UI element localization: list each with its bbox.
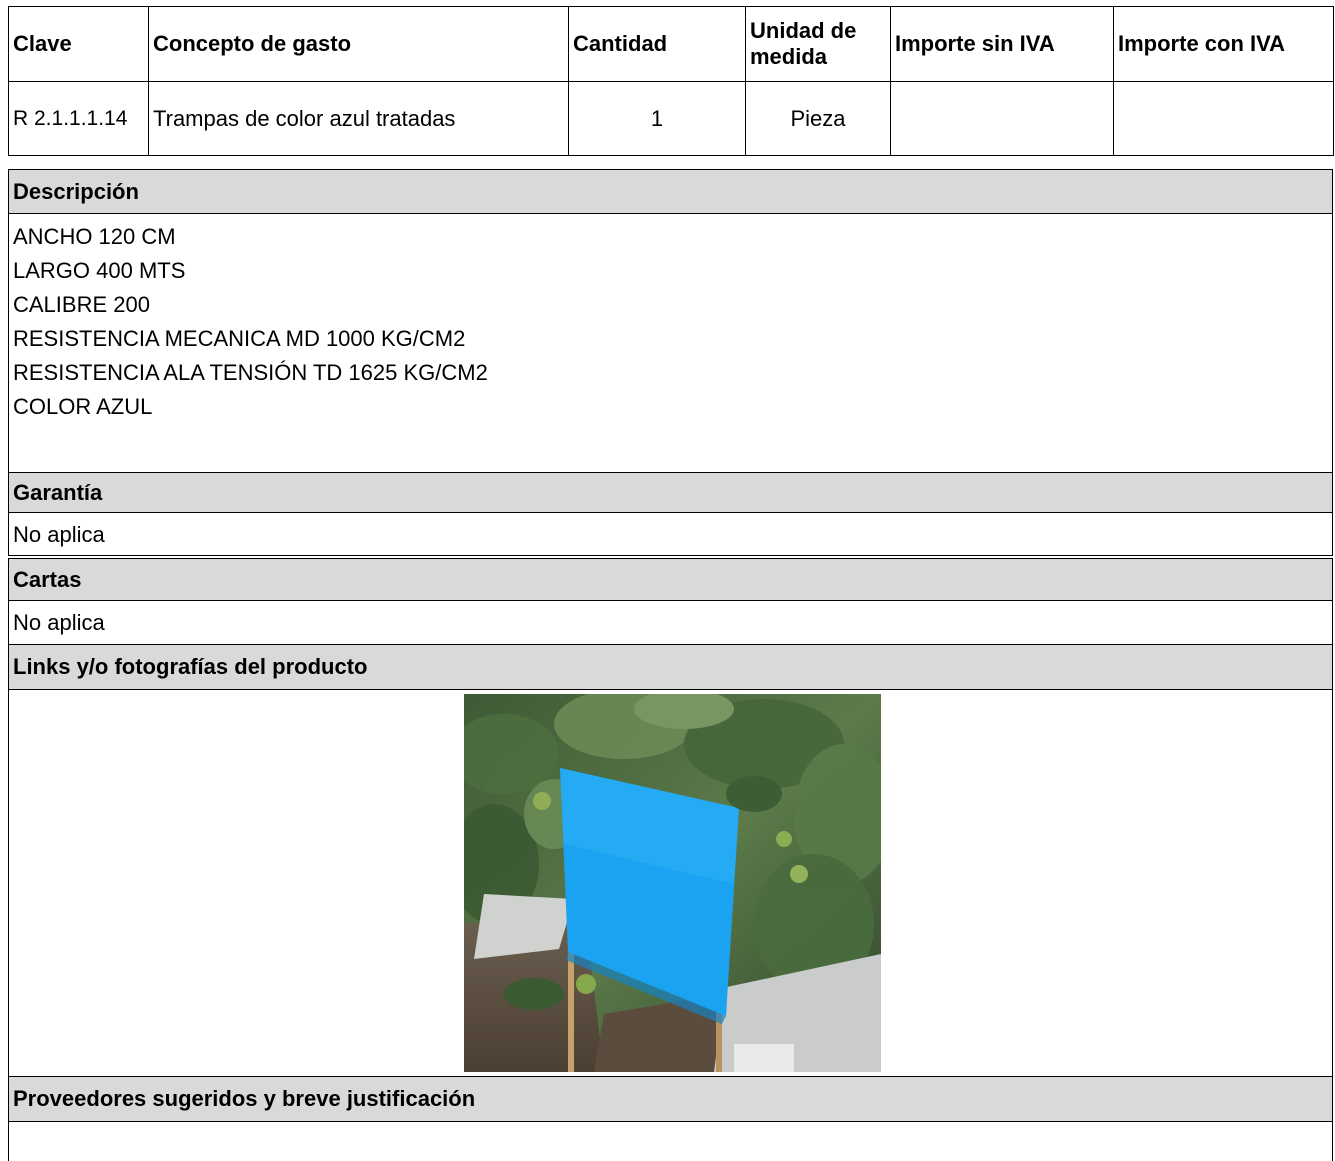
cartas-section: Cartas No aplica [8,558,1333,644]
links-title: Links y/o fotografías del producto [9,644,1332,690]
cell-cantidad: 1 [568,81,746,156]
cartas-value: No aplica [13,610,105,635]
descripcion-line: CALIBRE 200 [13,292,150,317]
cell-importe-con-iva [1113,81,1334,156]
descripcion-body: ANCHO 120 CM LARGO 400 MTS CALIBRE 200 R… [9,214,1332,424]
links-section: Links y/o fotografías del producto [8,644,1333,1076]
header-concepto: Concepto de gasto [148,6,569,82]
proveedores-section: Proveedores sugeridos y breve justificac… [8,1076,1333,1161]
table-row: R 2.1.1.1.14 Trampas de color azul trata… [8,81,1334,156]
spec-table: Clave Concepto de gasto Cantidad Unidad … [8,6,1334,156]
product-sheet: Clave Concepto de gasto Cantidad Unidad … [8,6,1334,156]
header-importe-con-iva: Importe con IVA [1113,6,1334,82]
descripcion-section: Descripción ANCHO 120 CM LARGO 400 MTS C… [8,169,1333,474]
garantia-value: No aplica [9,513,1332,556]
proveedores-title: Proveedores sugeridos y breve justificac… [9,1076,1332,1122]
header-clave: Clave [8,6,149,82]
header-importe-sin-iva: Importe sin IVA [890,6,1114,82]
cell-concepto: Trampas de color azul tratadas [148,81,569,156]
cell-importe-sin-iva [890,81,1114,156]
photo-area [9,690,1332,1076]
descripcion-line: ANCHO 120 CM [13,224,176,249]
header-cantidad: Cantidad [568,6,746,82]
cartas-title: Cartas [9,558,1332,601]
descripcion-title: Descripción [9,169,1332,214]
proveedores-value [9,1122,1332,1161]
descripcion-line: COLOR AZUL [13,394,153,419]
descripcion-line: RESISTENCIA ALA TENSIÓN TD 1625 KG/CM2 [13,360,488,385]
descripcion-line: RESISTENCIA MECANICA MD 1000 KG/CM2 [13,326,466,351]
garantia-title: Garantía [9,472,1332,513]
descripcion-line: LARGO 400 MTS [13,258,186,283]
cell-unidad: Pieza [745,81,891,156]
table-header-row: Clave Concepto de gasto Cantidad Unidad … [8,6,1334,82]
product-photo [464,694,881,1072]
cell-clave: R 2.1.1.1.14 [8,81,149,156]
garantia-section: Garantía No aplica [8,472,1333,556]
header-unidad: Unidad de medida [745,6,891,82]
